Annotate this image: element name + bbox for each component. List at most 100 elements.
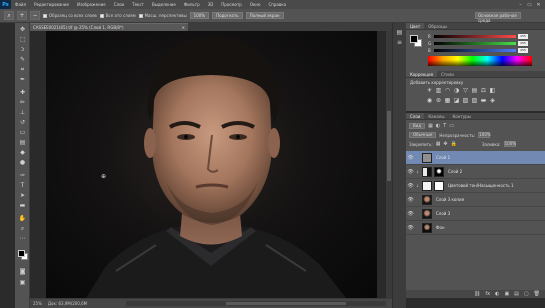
panel-tab[interactable]: Стили	[437, 71, 458, 77]
panel-tab[interactable]: Контуры	[448, 113, 474, 119]
horizontal-scrollbar[interactable]	[126, 301, 386, 306]
zoom-tool-icon[interactable]: ⌕	[4, 11, 14, 20]
new-fill-layer-icon[interactable]: ▣	[504, 291, 509, 297]
menu-item[interactable]: Слои	[110, 2, 128, 7]
foreground-color-swatch[interactable]	[18, 250, 25, 257]
eraser-tool-icon[interactable]: ▭	[18, 129, 27, 136]
menu-item[interactable]: Изображение	[73, 2, 110, 7]
lasso-tool-icon[interactable]: ↄ	[18, 46, 27, 53]
lock-all-icon[interactable]: 🔒	[451, 141, 457, 147]
posterize-icon[interactable]: ▨	[462, 97, 469, 104]
zoom-in-icon[interactable]: +	[17, 11, 27, 20]
visibility-eye-icon[interactable]: 👁	[406, 211, 415, 217]
minimize-icon[interactable]: –	[517, 2, 524, 8]
type-tool-icon[interactable]: T	[18, 182, 27, 189]
bw-icon[interactable]: ◧	[489, 87, 496, 94]
healing-brush-tool-icon[interactable]: ✚	[18, 89, 27, 96]
eyedropper-tool-icon[interactable]: ✒	[18, 76, 27, 83]
screen-mode-icon[interactable]: ▣	[18, 279, 27, 286]
actual-size-button[interactable]: 100%	[189, 12, 210, 19]
path-select-tool-icon[interactable]: ➤	[18, 192, 27, 199]
fit-screen-button[interactable]: Подогнать	[212, 12, 243, 19]
visibility-eye-icon[interactable]: 👁	[406, 225, 415, 231]
threshold-icon[interactable]: ▧	[471, 97, 478, 104]
selective-color-icon[interactable]: ◈	[489, 97, 496, 104]
maximize-icon[interactable]: ▭	[526, 2, 533, 8]
layer-mask-thumbnail[interactable]	[434, 166, 444, 177]
gradient-tool-icon[interactable]: ▤	[18, 139, 27, 146]
opacity-field[interactable]: 100%	[478, 132, 491, 138]
layer-row[interactable]: 👁 Слой 1	[406, 151, 545, 165]
layer-row[interactable]: 👁 Фон	[406, 221, 545, 235]
scrubby-zoom-checkbox[interactable]: Масш. перспективы	[138, 13, 187, 18]
new-group-icon[interactable]: ▤	[514, 291, 519, 297]
slider-track[interactable]	[434, 41, 516, 45]
slider-value[interactable]: 255	[518, 47, 528, 53]
layer-kind-select[interactable]: Вид	[409, 123, 426, 129]
properties-panel-icon[interactable]: ≡	[395, 39, 404, 46]
vertical-scroll-thumb[interactable]	[387, 111, 391, 181]
hand-tool-icon[interactable]: ✋	[18, 215, 27, 222]
color-lookup-icon[interactable]: ▦	[444, 97, 451, 104]
layer-row[interactable]: 👁 Слой 3	[406, 207, 545, 221]
pen-tool-icon[interactable]: ✑	[18, 172, 27, 179]
channel-mixer-icon[interactable]: ⊛	[435, 97, 442, 104]
new-layer-icon[interactable]: ▢	[524, 291, 529, 297]
layer-row[interactable]: 👁 ↓ Цветовой тон/Насыщенность 1	[406, 179, 545, 193]
color-spectrum[interactable]	[428, 56, 532, 66]
close-tab-icon[interactable]: ✕	[182, 24, 185, 31]
filter-pixel-icon[interactable]: ▦	[428, 123, 433, 129]
layer-style-icon[interactable]: fx	[485, 291, 490, 297]
visibility-eye-icon[interactable]: 👁	[406, 169, 415, 175]
menu-item[interactable]: Выделение	[148, 2, 180, 7]
blend-mode-select[interactable]: Обычные	[409, 132, 437, 138]
fill-field[interactable]: 100%	[503, 141, 516, 147]
levels-icon[interactable]: ▥	[435, 87, 442, 94]
delete-layer-icon[interactable]: 🗑	[534, 291, 540, 297]
crop-tool-icon[interactable]: ⌗	[18, 66, 27, 73]
visibility-eye-icon[interactable]: 👁	[406, 197, 415, 203]
menu-item[interactable]: Текст	[128, 2, 148, 7]
zoom-out-icon[interactable]: −	[30, 11, 40, 20]
canvas-area[interactable]: ⊕	[30, 31, 392, 298]
menu-item[interactable]: Редактирование	[30, 2, 73, 7]
blur-tool-icon[interactable]: ◆	[18, 149, 27, 156]
lock-pixels-icon[interactable]: ▦	[436, 141, 441, 147]
filter-type-icon[interactable]: T	[443, 123, 446, 129]
curves-icon[interactable]: ◠	[444, 87, 451, 94]
panel-tab[interactable]: Слои	[406, 113, 425, 119]
lock-position-icon[interactable]: ✥	[443, 141, 447, 147]
zoom-tool-icon[interactable]: ⌕	[18, 225, 27, 232]
quick-select-tool-icon[interactable]: ✎	[18, 56, 27, 63]
history-brush-tool-icon[interactable]: ↺	[18, 119, 27, 126]
menu-item[interactable]: Справка	[264, 2, 290, 7]
clone-stamp-tool-icon[interactable]: ⊥	[18, 109, 27, 116]
slider-track[interactable]	[434, 48, 516, 52]
more-tools-icon[interactable]: ⋯	[18, 235, 27, 242]
menu-item[interactable]: Фильтр	[180, 2, 204, 7]
move-tool-icon[interactable]: ✥	[18, 26, 27, 33]
slider-value[interactable]: 255	[518, 33, 528, 39]
layer-mask-thumbnail[interactable]	[434, 180, 444, 191]
marquee-tool-icon[interactable]: ⬚	[18, 36, 27, 43]
menu-item[interactable]: 3D	[204, 2, 218, 7]
resize-windows-checkbox[interactable]: Образец со всех слоев	[43, 13, 97, 18]
balance-icon[interactable]: ⚖	[480, 87, 487, 94]
close-icon[interactable]: ✕	[535, 2, 542, 8]
menu-item[interactable]: Файл	[11, 2, 30, 7]
add-mask-icon[interactable]: ◐	[495, 291, 499, 297]
link-layers-icon[interactable]: ⛓	[474, 291, 480, 297]
visibility-eye-icon[interactable]: 👁	[406, 183, 415, 189]
slider-track[interactable]	[434, 34, 516, 38]
layer-row[interactable]: 👁 Слой 3 копия	[406, 193, 545, 207]
dodge-tool-icon[interactable]: ●	[18, 159, 27, 166]
visibility-eye-icon[interactable]: 👁	[406, 155, 415, 161]
brush-tool-icon[interactable]: ✏	[18, 99, 27, 106]
shape-tool-icon[interactable]: ▬	[18, 202, 27, 209]
filter-adjust-icon[interactable]: ◐	[436, 123, 440, 129]
slider-value[interactable]: 255	[518, 40, 528, 46]
panel-tab[interactable]: Коррекция	[406, 71, 437, 77]
workspace-select[interactable]: Основная рабочая среда	[475, 12, 521, 23]
panel-tab[interactable]: Образцы	[424, 23, 451, 29]
brightness-icon[interactable]: ☀	[426, 87, 433, 94]
